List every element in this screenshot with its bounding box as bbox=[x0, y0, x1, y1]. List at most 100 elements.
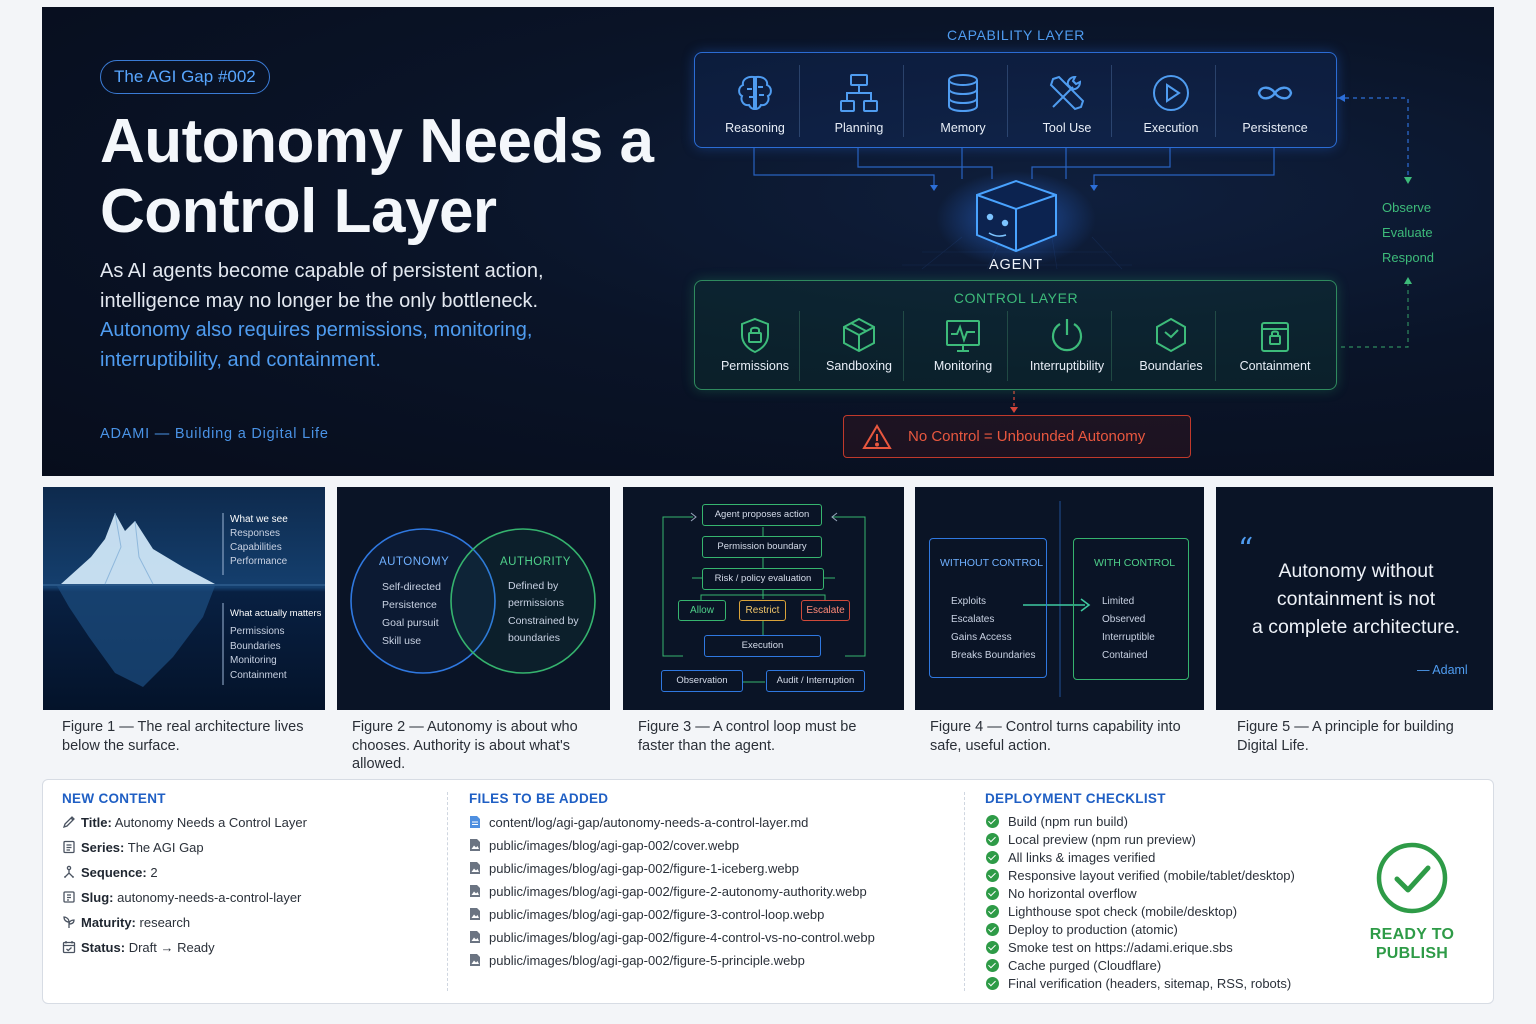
checklist-label: Cache purged (Cloudflare) bbox=[1008, 958, 1162, 973]
list-item: Escalates bbox=[951, 614, 995, 625]
container-lock-icon bbox=[1261, 322, 1289, 352]
list-item: Persistence bbox=[382, 599, 437, 611]
list-item: Interruptible bbox=[1102, 632, 1155, 643]
file-path: public/images/blog/agi-gap-002/cover.web… bbox=[489, 838, 740, 853]
capability-layer-title: CAPABILITY LAYER bbox=[947, 27, 1085, 43]
capability-label: Reasoning bbox=[725, 121, 785, 135]
with-control-box: WITH CONTROL Limited Observed Interrupti… bbox=[1073, 538, 1189, 680]
quote-line: Autonomy without bbox=[1278, 560, 1434, 582]
tools-icon bbox=[1049, 75, 1085, 111]
meta-row-status: Status: Draft → Ready bbox=[62, 940, 215, 955]
list-item: Goal pursuit bbox=[382, 617, 439, 629]
capability-tool-use: Tool Use bbox=[1015, 71, 1119, 135]
file-item[interactable]: content/log/agi-gap/autonomy-needs-a-con… bbox=[469, 815, 808, 830]
file-path: content/log/agi-gap/autonomy-needs-a-con… bbox=[489, 815, 809, 830]
without-control-box: WITHOUT CONTROL Exploits Escalates Gains… bbox=[929, 538, 1047, 678]
check-circle-icon bbox=[986, 977, 999, 990]
control-sandboxing: Sandboxing bbox=[807, 315, 911, 373]
with-control-title: WITH CONTROL bbox=[1094, 557, 1176, 569]
tag-icon bbox=[63, 891, 75, 903]
meta-row-sequence: Sequence: 2 bbox=[62, 865, 158, 880]
image-file-icon bbox=[470, 931, 480, 943]
control-layer-title: CONTROL LAYER bbox=[953, 290, 1079, 306]
subtitle-highlight: Autonomy also requires permissions, moni… bbox=[100, 319, 533, 371]
capability-execution: Execution bbox=[1119, 71, 1223, 135]
checklist-item[interactable]: Cache purged (Cloudflare) bbox=[986, 958, 1161, 974]
infinity-icon bbox=[1257, 86, 1293, 100]
file-path: public/images/blog/agi-gap-002/figure-5-… bbox=[489, 953, 805, 968]
venn-left-list: Self-directed Persistence Goal pursuit S… bbox=[382, 578, 441, 650]
image-file-icon bbox=[470, 839, 480, 851]
node-risk-evaluation: Risk / policy evaluation bbox=[702, 568, 824, 590]
file-item[interactable]: public/images/blog/agi-gap-002/figure-1-… bbox=[469, 861, 799, 876]
file-item[interactable]: public/images/blog/agi-gap-002/cover.web… bbox=[469, 838, 739, 853]
meta-key: Sequence: bbox=[81, 865, 147, 880]
ready-check-icon bbox=[1376, 842, 1448, 914]
check-circle-icon bbox=[986, 959, 999, 972]
meta-key: Status: bbox=[81, 940, 126, 955]
meta-value: research bbox=[139, 915, 191, 930]
capability-reasoning: Reasoning bbox=[703, 71, 807, 135]
capability-persistence: Persistence bbox=[1223, 71, 1327, 135]
capability-label: Planning bbox=[834, 121, 884, 135]
checklist-item[interactable]: Final verification (headers, sitemap, RS… bbox=[986, 976, 1291, 992]
without-control-title: WITHOUT CONTROL bbox=[940, 557, 1044, 569]
control-layer: CONTROL LAYER Permissions Sandboxing Mon… bbox=[694, 280, 1337, 390]
iceberg-below-list: Permissions Boundaries Monitoring Contai… bbox=[230, 625, 287, 684]
checklist-item[interactable]: No horizontal overflow bbox=[986, 886, 1137, 902]
list-item: Contained bbox=[1102, 650, 1148, 661]
checklist-item[interactable]: Deploy to production (atomic) bbox=[986, 922, 1178, 938]
list-item: Defined by bbox=[508, 580, 559, 592]
checklist-label: All links & images verified bbox=[1008, 850, 1156, 865]
file-item[interactable]: public/images/blog/agi-gap-002/figure-3-… bbox=[469, 907, 824, 922]
list-item: Capabilities bbox=[230, 542, 282, 553]
ready-line: PUBLISH bbox=[1375, 945, 1449, 962]
checklist-item[interactable]: Build (npm run build) bbox=[986, 814, 1128, 830]
control-label: Boundaries bbox=[1139, 359, 1203, 373]
image-file-icon bbox=[470, 908, 480, 920]
list-item: Breaks Boundaries bbox=[951, 650, 1036, 661]
image-file-icon bbox=[470, 954, 480, 966]
loop-step-observe: Observe bbox=[1382, 200, 1432, 215]
loop-step-respond: Respond bbox=[1382, 250, 1435, 265]
calendar-check-icon bbox=[62, 941, 76, 954]
file-item[interactable]: public/images/blog/agi-gap-002/figure-4-… bbox=[469, 930, 875, 945]
checklist-item[interactable]: Smoke test on https://adami.erique.sbs bbox=[986, 940, 1233, 956]
figure-3-caption: Figure 3 — A control loop must be faster… bbox=[638, 719, 857, 754]
list-item: Skill use bbox=[382, 635, 422, 647]
meta-value: The AGI Gap bbox=[127, 840, 204, 855]
checklist-label: Build (npm run build) bbox=[1008, 814, 1128, 829]
meta-value: autonomy-needs-a-control-layer bbox=[117, 890, 302, 905]
warning-triangle-icon bbox=[862, 424, 892, 449]
checklist-label: Deploy to production (atomic) bbox=[1008, 922, 1178, 937]
figure-4-caption: Figure 4 — Control turns capability into… bbox=[930, 719, 1181, 754]
brain-icon bbox=[738, 75, 772, 111]
file-path: public/images/blog/agi-gap-002/figure-3-… bbox=[489, 907, 825, 922]
meta-value: Draft → Ready bbox=[128, 940, 215, 955]
quote-line: a complete architecture. bbox=[1251, 616, 1461, 638]
capability-label: Memory bbox=[940, 121, 986, 135]
checklist-label: Responsive layout verified (mobile/table… bbox=[1008, 868, 1295, 883]
list-item: Exploits bbox=[951, 596, 987, 607]
list-item: Gains Access bbox=[951, 632, 1012, 643]
checklist-item[interactable]: Local preview (npm run preview) bbox=[986, 832, 1196, 848]
control-monitoring: Monitoring bbox=[911, 315, 1015, 373]
list-item: Self-directed bbox=[382, 581, 441, 593]
flowchart-icon bbox=[840, 74, 878, 112]
control-permissions: Permissions bbox=[703, 315, 807, 373]
file-item[interactable]: public/images/blog/agi-gap-002/figure-5-… bbox=[469, 953, 805, 968]
node-escalate: Escalate bbox=[801, 600, 850, 621]
capability-label: Execution bbox=[1143, 121, 1199, 135]
with-control-list: Limited Observed Interruptible Contained bbox=[1102, 593, 1155, 665]
figure-5-caption: Figure 5 — A principle for building Digi… bbox=[1237, 719, 1454, 754]
files-heading: FILES TO BE ADDED bbox=[469, 791, 609, 806]
checklist-item[interactable]: Responsive layout verified (mobile/table… bbox=[986, 868, 1295, 884]
list-item: Observed bbox=[1102, 614, 1146, 625]
checklist-item[interactable]: All links & images verified bbox=[986, 850, 1155, 866]
file-item[interactable]: public/images/blog/agi-gap-002/figure-2-… bbox=[469, 884, 867, 899]
meta-row-title: Title: Autonomy Needs a Control Layer bbox=[62, 815, 307, 830]
check-circle-icon bbox=[986, 887, 999, 900]
checklist-label: No horizontal overflow bbox=[1008, 886, 1137, 901]
quote-attribution: — Adaml bbox=[1417, 663, 1468, 677]
checklist-item[interactable]: Lighthouse spot check (mobile/desktop) bbox=[986, 904, 1237, 920]
